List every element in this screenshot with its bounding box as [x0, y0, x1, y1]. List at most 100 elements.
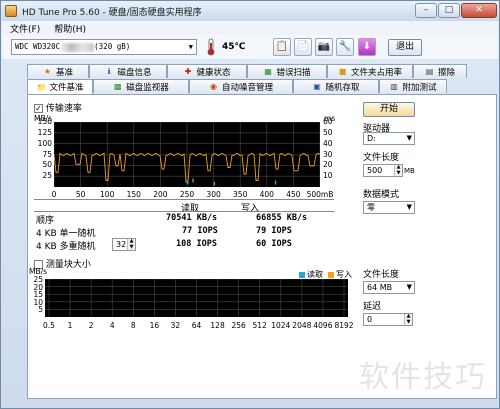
start-button[interactable]: 开始 [363, 102, 415, 117]
table-row: 4 KB 多重随机 32 ▲ ▼ 108 IOPS 60 IOPS [34, 238, 334, 252]
y-tick-label: 75 [42, 149, 52, 159]
save-arrow-icon[interactable]: ⬇ [358, 38, 376, 56]
folder-icon: ■ [338, 67, 347, 76]
y2-tick-label: 30 [323, 149, 333, 159]
tab-file-benchmark[interactable]: 📁 文件基准 [27, 79, 93, 94]
x-tick-label: 2048 [292, 321, 312, 330]
file-length-stepper[interactable]: 500 ▲ ▼ [363, 164, 403, 177]
x-tick-label: 8192 [334, 321, 354, 330]
app-icon [5, 5, 17, 17]
y2-tick-label: 20 [323, 160, 333, 170]
tab-disk-monitor[interactable]: ▩ 磁盘监视器 [93, 79, 189, 93]
queue-depth-stepper[interactable]: 32 ▲ ▼ [112, 238, 136, 251]
access-time-point [213, 181, 216, 186]
menu-bar: 文件(F) 帮助(H) [2, 21, 498, 35]
tab-label: 磁盘监视器 [126, 82, 169, 93]
transfer-rate-chart [54, 122, 320, 187]
row-label: 4 KB 多重随机 [36, 242, 96, 252]
queue-depth-value: 32 [116, 240, 127, 249]
x-tick-label: 450 [286, 190, 301, 199]
random-access-icon: ▣ [313, 82, 321, 91]
tab-folder-usage[interactable]: ■ 文件夹占用率 [327, 64, 413, 78]
temperature-value: 45℃ [222, 42, 246, 52]
x-tick-label: 500mB [306, 190, 334, 199]
x-tick-label: 150 [126, 190, 141, 199]
read-value: 70541 KB/s [166, 213, 218, 223]
x-tick-label: 0.5 [43, 321, 55, 330]
noise-icon: ◉ [209, 82, 217, 91]
minimize-button[interactable]: – [415, 3, 437, 18]
read-value: 77 IOPS [182, 226, 218, 236]
tab-erase[interactable]: ▤ 擦除 [413, 64, 467, 78]
data-mode-select[interactable]: 零 ▼ [363, 201, 415, 214]
results-divider-2 [34, 211, 334, 212]
stepper-arrows-icon[interactable]: ▲ ▼ [127, 238, 135, 250]
stepper-arrows-icon[interactable]: ▲ ▼ [394, 164, 402, 176]
delay-stepper[interactable]: 0 ▲ ▼ [363, 313, 413, 326]
copy-info-icon[interactable]: 📋 [273, 38, 291, 56]
tab-error-scan[interactable]: ▦ 错误扫描 [247, 64, 327, 78]
tab-health[interactable]: ✚ 健康状态 [167, 64, 247, 78]
block-file-length-value: 64 MB [367, 283, 393, 292]
block-file-length-select[interactable]: 64 MB ▼ [363, 281, 415, 294]
chevron-down-icon: ▼ [188, 43, 193, 51]
redacted-serial [60, 42, 95, 52]
x-tick-label: 200 [153, 190, 168, 199]
write-legend-swatch [328, 271, 334, 278]
x-tick-label: 256 [231, 321, 246, 330]
close-button[interactable]: ✕ [461, 3, 497, 18]
copy-screen-icon[interactable]: 📄 [294, 38, 312, 56]
chevron-down-icon: ▼ [406, 203, 412, 211]
drive-letter-select[interactable]: D: ▼ [363, 132, 415, 145]
tab-aam[interactable]: ◉ 自动噪音管理 [189, 79, 293, 93]
delay-value: 0 [367, 315, 373, 324]
x-tick-label: 1024 [271, 321, 291, 330]
x-tick-label: 0 [51, 190, 57, 199]
tab-label: 自动噪音管理 [221, 82, 273, 93]
tab-label: 擦除 [437, 67, 455, 78]
x-tick-label: 300 [206, 190, 221, 199]
monitor-icon: ▩ [113, 82, 122, 91]
x-tick-label: 100 [100, 190, 115, 199]
watermark: 软件技巧 [359, 360, 487, 395]
y-tick-label: 5 [38, 305, 43, 315]
x-tick-label: 64 [191, 321, 202, 330]
screenshot-camera-icon[interactable]: 📷 [315, 38, 333, 56]
x-tick-label: 250 [179, 190, 195, 199]
window-title: HD Tune Pro 5.60 - 硬盘/固态硬盘实用程序 [22, 7, 202, 18]
health-cross-icon: ✚ [184, 67, 192, 76]
stepper-arrows-icon[interactable]: ▲ ▼ [404, 313, 412, 325]
file-benchmark-icon: 📁 [36, 82, 47, 92]
erase-icon: ▤ [425, 67, 434, 76]
transfer-rate-label: 传输速率 [45, 104, 82, 114]
maximize-button[interactable]: □ [438, 3, 460, 18]
menu-file[interactable]: 文件(F) [10, 22, 40, 35]
y-tick-label: 125 [37, 127, 52, 137]
tab-label: 附加测试 [402, 82, 437, 93]
tab-disk-info[interactable]: ℹ 磁盘信息 [89, 64, 167, 78]
title-bar: HD Tune Pro 5.60 - 硬盘/固态硬盘实用程序 – □ ✕ [1, 1, 499, 21]
results-divider [34, 199, 334, 200]
tab-random-access[interactable]: ▣ 随机存取 [293, 79, 379, 93]
tab-extra-tests[interactable]: ▥ 附加测试 [379, 79, 447, 93]
row-label: 4 KB 单一随机 [36, 229, 96, 239]
y2-tick-label: 10 [323, 171, 333, 181]
drive-name-suffix: (320 gB) [94, 42, 131, 51]
transfer-rate-option[interactable]: ✓ 传输速率 [34, 101, 82, 114]
transfer-rate-checkbox[interactable]: ✓ [34, 104, 43, 113]
x-tick-label: 4096 [313, 321, 333, 330]
app-window: HD Tune Pro 5.60 - 硬盘/固态硬盘实用程序 – □ ✕ 文件(… [0, 0, 500, 409]
menu-help[interactable]: 帮助(H) [54, 22, 86, 35]
drive-select[interactable]: WDC WD320C (320 gB) ▼ [11, 39, 197, 55]
x-tick-label: 50 [75, 190, 86, 199]
tab-benchmark[interactable]: ★ 基准 [27, 64, 89, 78]
exit-button[interactable]: 退出 [388, 39, 422, 56]
y2-tick-label: 40 [323, 138, 333, 148]
options-icon[interactable]: 🔧 [336, 38, 354, 56]
chevron-down-icon: ▼ [406, 134, 412, 142]
x-tick-label: 2 [88, 321, 94, 330]
tab-label: 错误扫描 [276, 67, 311, 78]
y-tick-label: 150 [37, 117, 52, 126]
write-value: 66855 KB/s [256, 213, 308, 223]
window-controls: – □ ✕ [415, 3, 497, 18]
